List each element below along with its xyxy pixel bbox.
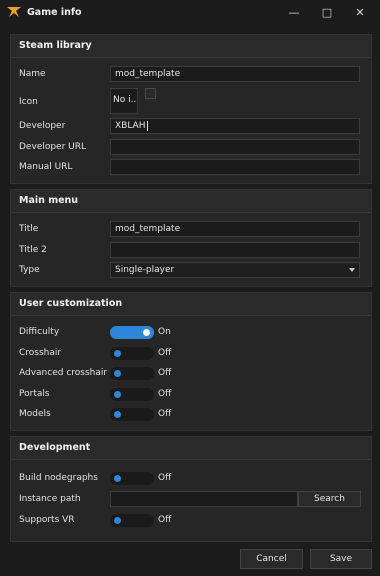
text-cursor [146,120,148,131]
toggle-knob [114,411,121,418]
main-menu-panel: Main menu Title mod_template Title 2 Typ… [10,189,372,287]
developer-row: Developer XBLAH [11,118,371,136]
crosshair-state: Off [158,348,172,358]
chevron-down-icon [349,268,355,272]
toggle-knob [114,370,121,377]
type-select[interactable]: Single-player [110,262,360,278]
models-row: Models Off [11,406,371,424]
toggle-knob [143,329,150,336]
title2-row: Title 2 [11,242,371,260]
portals-state: Off [158,389,172,399]
manual-url-input[interactable] [110,159,360,175]
app-logo-icon [7,7,21,17]
developer-url-row: Developer URL [11,139,371,157]
advanced-crosshair-label: Advanced crosshair [19,368,108,378]
build-nodegraphs-label: Build nodegraphs [19,473,98,483]
cancel-button[interactable]: Cancel [240,549,303,569]
name-row: Name mod_template [11,66,371,84]
toggle-knob [114,517,121,524]
crosshair-row: Crosshair Off [11,345,371,363]
development-panel: Development Build nodegraphs Off Instanc… [10,436,372,542]
user-customization-panel: User customization Difficulty On Crossha… [10,292,372,431]
toggle-knob [114,475,121,482]
title-bar: Game info — □ ✕ [0,0,380,26]
difficulty-label: Difficulty [19,327,60,337]
supports-vr-row: Supports VR Off [11,512,371,530]
portals-label: Portals [19,389,50,399]
icon-checkbox[interactable] [145,88,156,99]
steam-library-panel: Steam library Name mod_template Icon No … [10,34,372,184]
close-button[interactable]: ✕ [350,5,370,21]
icon-row: Icon No i... [11,88,371,116]
developer-value: XBLAH [115,121,146,131]
search-button[interactable]: Search [298,491,361,507]
title2-input[interactable] [110,242,360,258]
name-input[interactable]: mod_template [110,66,360,82]
models-toggle[interactable] [110,408,154,421]
icon-picker[interactable]: No i... [110,88,138,114]
toggle-knob [114,391,121,398]
developer-url-input[interactable] [110,139,360,155]
build-nodegraphs-state: Off [158,473,172,483]
title-label: Title [19,224,39,234]
minimize-button[interactable]: — [284,5,304,21]
difficulty-row: Difficulty On [11,324,371,342]
type-select-value: Single-player [115,265,175,275]
advanced-crosshair-state: Off [158,368,172,378]
developer-input[interactable]: XBLAH [110,118,360,134]
supports-vr-toggle[interactable] [110,514,154,527]
manual-url-label: Manual URL [19,162,73,172]
instance-path-row: Instance path Search [11,491,371,509]
maximize-button[interactable]: □ [317,5,337,21]
crosshair-label: Crosshair [19,348,62,358]
title-input[interactable]: mod_template [110,221,360,237]
advanced-crosshair-row: Advanced crosshair Off [11,365,371,383]
steam-library-heading: Steam library [11,35,371,58]
models-state: Off [158,409,172,419]
window-title: Game info [27,7,82,18]
supports-vr-label: Supports VR [19,515,75,525]
title2-label: Title 2 [19,245,47,255]
manual-url-row: Manual URL [11,159,371,177]
developer-label: Developer [19,121,66,131]
advanced-crosshair-toggle[interactable] [110,367,154,380]
icon-label: Icon [19,97,38,107]
title-row: Title mod_template [11,221,371,239]
user-customization-heading: User customization [11,293,371,316]
development-heading: Development [11,437,371,460]
type-label: Type [19,265,40,275]
portals-toggle[interactable] [110,388,154,401]
difficulty-state: On [158,327,171,337]
models-label: Models [19,409,51,419]
name-label: Name [19,69,46,79]
toggle-knob [114,350,121,357]
build-nodegraphs-toggle[interactable] [110,472,154,485]
supports-vr-state: Off [158,515,172,525]
icon-picker-text: No i... [113,95,137,105]
build-nodegraphs-row: Build nodegraphs Off [11,470,371,488]
save-button[interactable]: Save [310,549,372,569]
instance-path-input[interactable] [110,491,298,507]
portals-row: Portals Off [11,386,371,404]
type-row: Type Single-player [11,262,371,280]
main-menu-heading: Main menu [11,190,371,213]
instance-path-label: Instance path [19,494,81,504]
developer-url-label: Developer URL [19,142,87,152]
difficulty-toggle[interactable] [110,326,154,339]
crosshair-toggle[interactable] [110,347,154,360]
